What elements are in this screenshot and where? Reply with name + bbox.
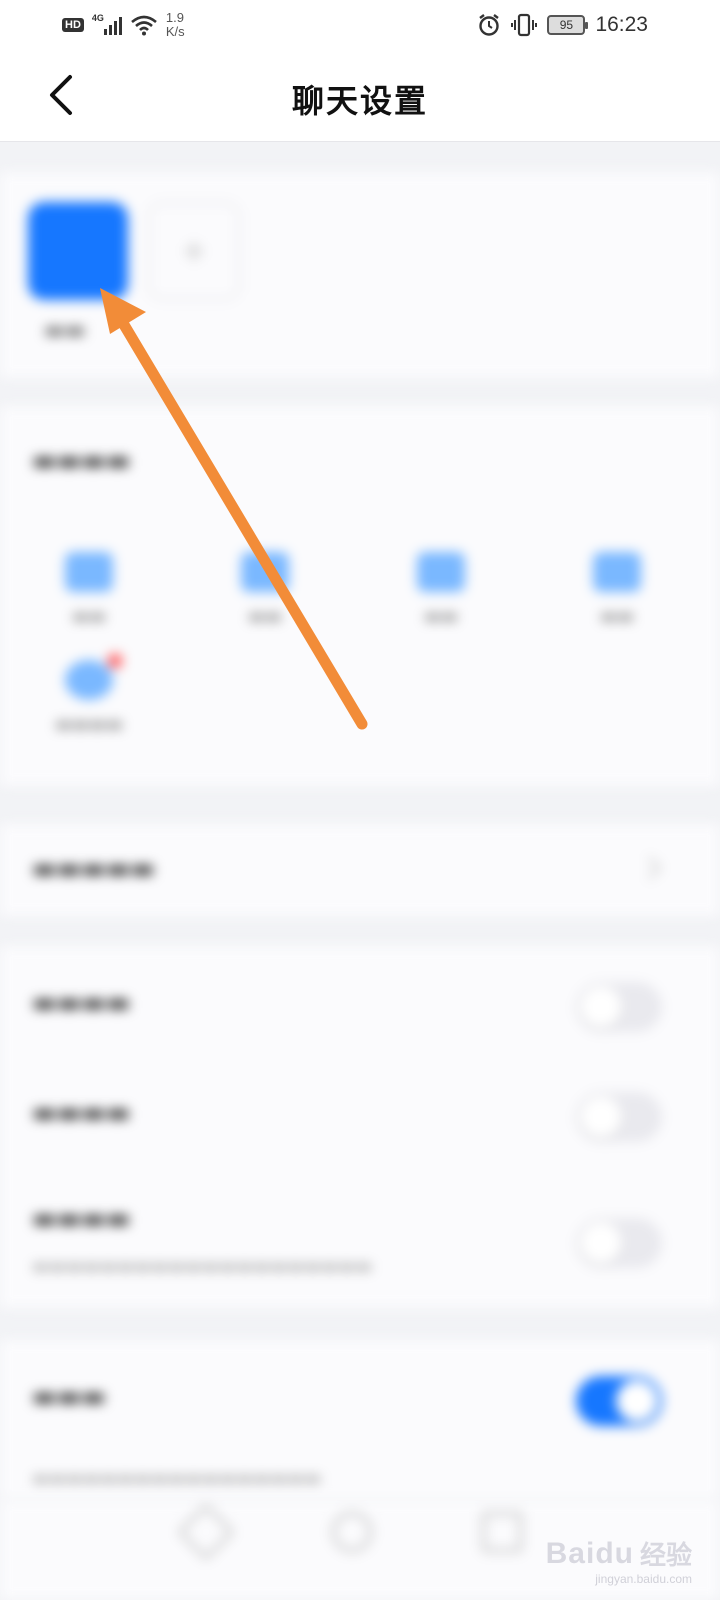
watermark-url: jingyan.baidu.com: [595, 1572, 692, 1586]
page-title: 聊天设置: [291, 82, 428, 120]
baidu-watermark: Baidu 经验 jingyan.baidu.com: [545, 1535, 692, 1587]
clock: 16:23: [595, 13, 648, 36]
toggle-switch-1[interactable]: [576, 982, 662, 1032]
alarm-icon: [479, 14, 500, 36]
section-title-blurred: ▬▬▬▬: [32, 446, 131, 476]
member-name-blurred: ▬▬: [44, 318, 86, 343]
grid-item-5[interactable]: ▬▬▬▬: [34, 654, 144, 735]
status-right: 95 16:23: [477, 8, 648, 42]
toggle-switch-4[interactable]: [576, 1376, 662, 1426]
link-icon: [593, 552, 641, 592]
chat-history-icon: [65, 660, 113, 700]
network-speed: 1.9 K/s: [165, 10, 185, 39]
add-member-button[interactable]: +: [148, 202, 240, 300]
watermark-brand: Baidu: [545, 1536, 634, 1570]
grid-item-4[interactable]: ▬▬: [562, 552, 672, 627]
bottom-setting-section: ▬▬▬ ▬▬▬▬▬▬▬▬▬▬▬▬▬▬▬▬▬: [0, 1340, 720, 1500]
status-bar: HD 4G 1.9 K/s 95 16:23: [0, 0, 720, 50]
nav-recent-icon[interactable]: [482, 1512, 522, 1552]
grid-item-1[interactable]: ▬▬: [34, 552, 144, 627]
vibrate-icon: [511, 13, 538, 37]
search-chat-row[interactable]: ▬▬▬▬▬: [0, 824, 720, 916]
hd-badge: HD: [62, 18, 84, 32]
video-icon: [241, 552, 289, 592]
toggle-switch-3[interactable]: [576, 1218, 662, 1268]
members-section: + ▬▬: [0, 172, 720, 378]
chat-content-section: ▬▬▬▬ ▬▬ ▬▬ ▬▬ ▬▬ ▬▬▬▬: [0, 406, 720, 786]
chevron-right-icon: [638, 856, 662, 880]
toggle-switch-2[interactable]: [576, 1092, 662, 1142]
grid-item-3[interactable]: ▬▬: [386, 552, 496, 627]
grid-item-2[interactable]: ▬▬: [210, 552, 320, 627]
battery-icon: 95: [547, 15, 589, 35]
nav-home-icon[interactable]: [332, 1512, 372, 1552]
header: 聊天设置: [0, 50, 720, 142]
nav-back-icon[interactable]: [177, 1503, 235, 1561]
network-type: 4G: [91, 13, 104, 23]
notification-dot: [108, 654, 122, 668]
signal-icon: 4G: [92, 13, 122, 37]
member-avatar[interactable]: [28, 202, 128, 300]
status-left: HD 4G 1.9 K/s: [62, 8, 185, 42]
wifi-icon: [131, 15, 157, 36]
image-icon: [65, 552, 113, 592]
folder-icon: [417, 552, 465, 592]
toggle-settings-section: ▬▬▬▬ ▬▬▬▬ ▬▬▬▬ ▬▬▬▬▬▬▬▬▬▬▬▬▬▬▬▬▬▬▬▬: [0, 946, 720, 1308]
watermark-sub: 经验: [639, 1541, 692, 1571]
